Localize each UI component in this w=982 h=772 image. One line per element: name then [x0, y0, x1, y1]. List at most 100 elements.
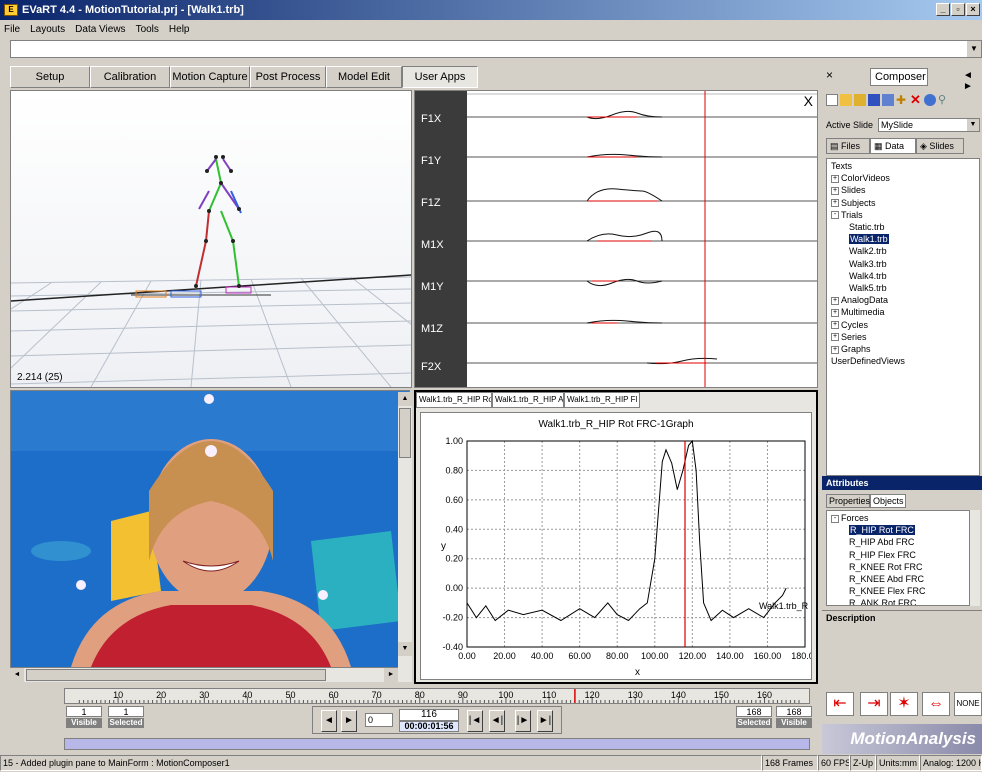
maximize-button[interactable]: ▫ — [951, 3, 965, 16]
tree-item[interactable]: R_KNEE Abd FRC — [849, 574, 924, 584]
select-left-icon[interactable]: ⇤ — [826, 692, 854, 716]
visible-start-field[interactable]: 1 — [66, 706, 102, 717]
tree-item[interactable]: R_KNEE Rot FRC — [849, 562, 923, 572]
subtab-data[interactable]: ▦ Data — [870, 138, 916, 154]
tree-item[interactable]: Walk4.trb — [849, 271, 887, 281]
color-video-view[interactable] — [10, 390, 410, 668]
add-icon[interactable]: ✚ — [896, 94, 908, 106]
select-both-icon[interactable]: ✶ — [890, 692, 918, 716]
close-forces-button[interactable]: X — [804, 93, 813, 109]
tree-item[interactable]: Walk2.trb — [849, 246, 887, 256]
step-back-button[interactable]: ◄| — [489, 710, 505, 732]
panel-arrows-icon[interactable]: ◄ ► — [958, 70, 978, 92]
window-icon[interactable] — [882, 94, 894, 106]
attr-tab-objects[interactable]: Objects — [870, 494, 906, 508]
tree-item[interactable]: Walk3.trb — [849, 259, 887, 269]
attributes-scrollbar[interactable] — [970, 510, 980, 606]
tree-item[interactable]: + Series — [831, 332, 867, 342]
tree-item[interactable]: + Multimedia — [831, 307, 885, 317]
tree-item[interactable]: R_ANK Rot FRC — [849, 598, 917, 605]
tree-item[interactable]: R_HIP Flex FRC — [849, 550, 916, 560]
combo-dropdown-arrow-icon[interactable]: ▼ — [967, 41, 981, 57]
graph-tab[interactable]: Walk1.trb_R_HIP Ro — [416, 392, 492, 408]
next-frame-button[interactable]: ► — [341, 710, 357, 732]
tree-expander-icon[interactable]: + — [831, 174, 839, 183]
scroll-thumb[interactable] — [26, 669, 326, 681]
menu-file[interactable]: File — [4, 24, 20, 35]
attr-tab-properties[interactable]: Properties — [826, 494, 870, 508]
scroll-up-arrow-icon[interactable]: ▲ — [398, 392, 412, 406]
tree-expander-icon[interactable]: + — [831, 187, 839, 196]
step-stepper[interactable]: 0 — [365, 713, 393, 727]
tree-expander-icon[interactable]: + — [831, 321, 839, 330]
tab-setup[interactable]: Setup — [10, 66, 90, 88]
tree-item[interactable]: UserDefinedViews — [831, 356, 905, 366]
timeline-ruler[interactable]: 10 20 30 40 50 60 70 80 90 100 110 120 130 140 150 160 — [64, 688, 810, 704]
visible-end-field[interactable]: 168 — [776, 706, 812, 717]
video-vertical-scrollbar[interactable]: ▲ ▼ — [398, 392, 412, 670]
scroll-left-arrow-icon[interactable]: ◄ — [10, 668, 24, 682]
expand-selection-icon[interactable]: ⇔ — [922, 692, 950, 716]
graph-canvas[interactable]: Walk1.trb_R_HIP Rot FRC-1Graph 1.00 0.80 0… — [420, 412, 819, 680]
tree-expander-icon[interactable]: - — [831, 211, 839, 220]
tree-item[interactable]: Walk5.trb — [849, 283, 887, 293]
search-icon[interactable]: ⚲ — [938, 94, 950, 106]
subtab-files[interactable]: ▤ Files — [826, 138, 870, 154]
dropdown-arrow-icon[interactable]: ▼ — [967, 119, 979, 131]
minimize-button[interactable]: _ — [936, 3, 950, 16]
none-button[interactable]: NONE — [954, 692, 982, 716]
tab-model-edit[interactable]: Model Edit — [326, 66, 402, 88]
tree-item[interactable]: - Forces — [831, 513, 869, 523]
tree-expander-icon[interactable]: + — [831, 333, 839, 342]
selected-end-field[interactable]: 168 — [736, 706, 772, 717]
menu-layouts[interactable]: Layouts — [30, 24, 65, 35]
scroll-thumb[interactable] — [399, 408, 411, 458]
active-slide-select[interactable]: MySlide ▼ — [878, 118, 980, 132]
tree-expander-icon[interactable]: + — [831, 199, 839, 208]
force-plot-panel[interactable]: F1X F1Y F1Z M1X M1Y M1Z F2X X — [414, 90, 818, 388]
tab-user-apps[interactable]: User Apps — [402, 66, 478, 88]
close-composer-button[interactable]: × — [826, 68, 833, 82]
tree-expander-icon[interactable]: + — [831, 309, 839, 318]
tree-item[interactable]: + ColorVideos — [831, 173, 890, 183]
tab-post-process[interactable]: Post Process — [250, 66, 326, 88]
step-forward-button[interactable]: |► — [515, 710, 531, 732]
command-combo[interactable]: ▼ — [10, 40, 982, 58]
3d-view[interactable]: 2.214 (25) — [10, 90, 412, 388]
open-folder-icon[interactable] — [840, 94, 852, 106]
graph-tab[interactable]: Walk1.trb_R_HIP Fl — [564, 392, 640, 408]
scroll-right-arrow-icon[interactable]: ► — [384, 668, 398, 682]
tab-motion-capture[interactable]: Motion Capture — [170, 66, 250, 88]
subtab-slides[interactable]: ◈ Slides — [916, 138, 964, 154]
prev-frame-button[interactable]: ◄ — [321, 710, 337, 732]
tree-item[interactable]: - Trials — [831, 210, 863, 220]
tree-item[interactable]: Static.trb — [849, 222, 885, 232]
select-right-icon[interactable]: ⇥ — [860, 692, 888, 716]
tree-item[interactable]: R_KNEE Flex FRC — [849, 586, 926, 596]
tree-item[interactable]: R_HIP Abd FRC — [849, 537, 914, 547]
tree-item[interactable]: Texts — [831, 161, 852, 171]
selected-start-field[interactable]: 1 — [108, 706, 144, 717]
attributes-tree[interactable]: - Forces R_HIP Rot FRC R_HIP Abd FRC R_HIP F… — [826, 510, 970, 606]
menu-data-views[interactable]: Data Views — [75, 24, 125, 35]
tree-item[interactable]: R_HIP Rot FRC — [849, 525, 915, 536]
tree-item[interactable]: + Subjects — [831, 198, 876, 208]
new-icon[interactable] — [826, 94, 838, 106]
menu-help[interactable]: Help — [169, 24, 190, 35]
tree-item[interactable]: Walk1.trb — [849, 234, 889, 245]
help-icon[interactable] — [924, 94, 936, 106]
tree-item[interactable]: + Slides — [831, 185, 866, 195]
close-window-button[interactable]: × — [966, 3, 980, 16]
video-horizontal-scrollbar[interactable]: ◄ ► — [10, 668, 412, 682]
tree-expander-icon[interactable]: - — [831, 514, 839, 523]
menu-tools[interactable]: Tools — [136, 24, 159, 35]
data-tree[interactable]: Texts + ColorVideos + Slides + Subjects - Trials… — [826, 158, 980, 476]
current-frame-field[interactable]: 116 — [399, 709, 459, 721]
first-frame-button[interactable]: |◄ — [467, 710, 483, 732]
save-icon[interactable] — [868, 94, 880, 106]
tab-calibration[interactable]: Calibration — [90, 66, 170, 88]
graph-tab[interactable]: Walk1.trb_R_HIP Ab — [492, 392, 564, 408]
last-frame-button[interactable]: ►| — [537, 710, 553, 732]
tree-item[interactable]: + AnalogData — [831, 295, 888, 305]
tree-expander-icon[interactable]: + — [831, 296, 839, 305]
